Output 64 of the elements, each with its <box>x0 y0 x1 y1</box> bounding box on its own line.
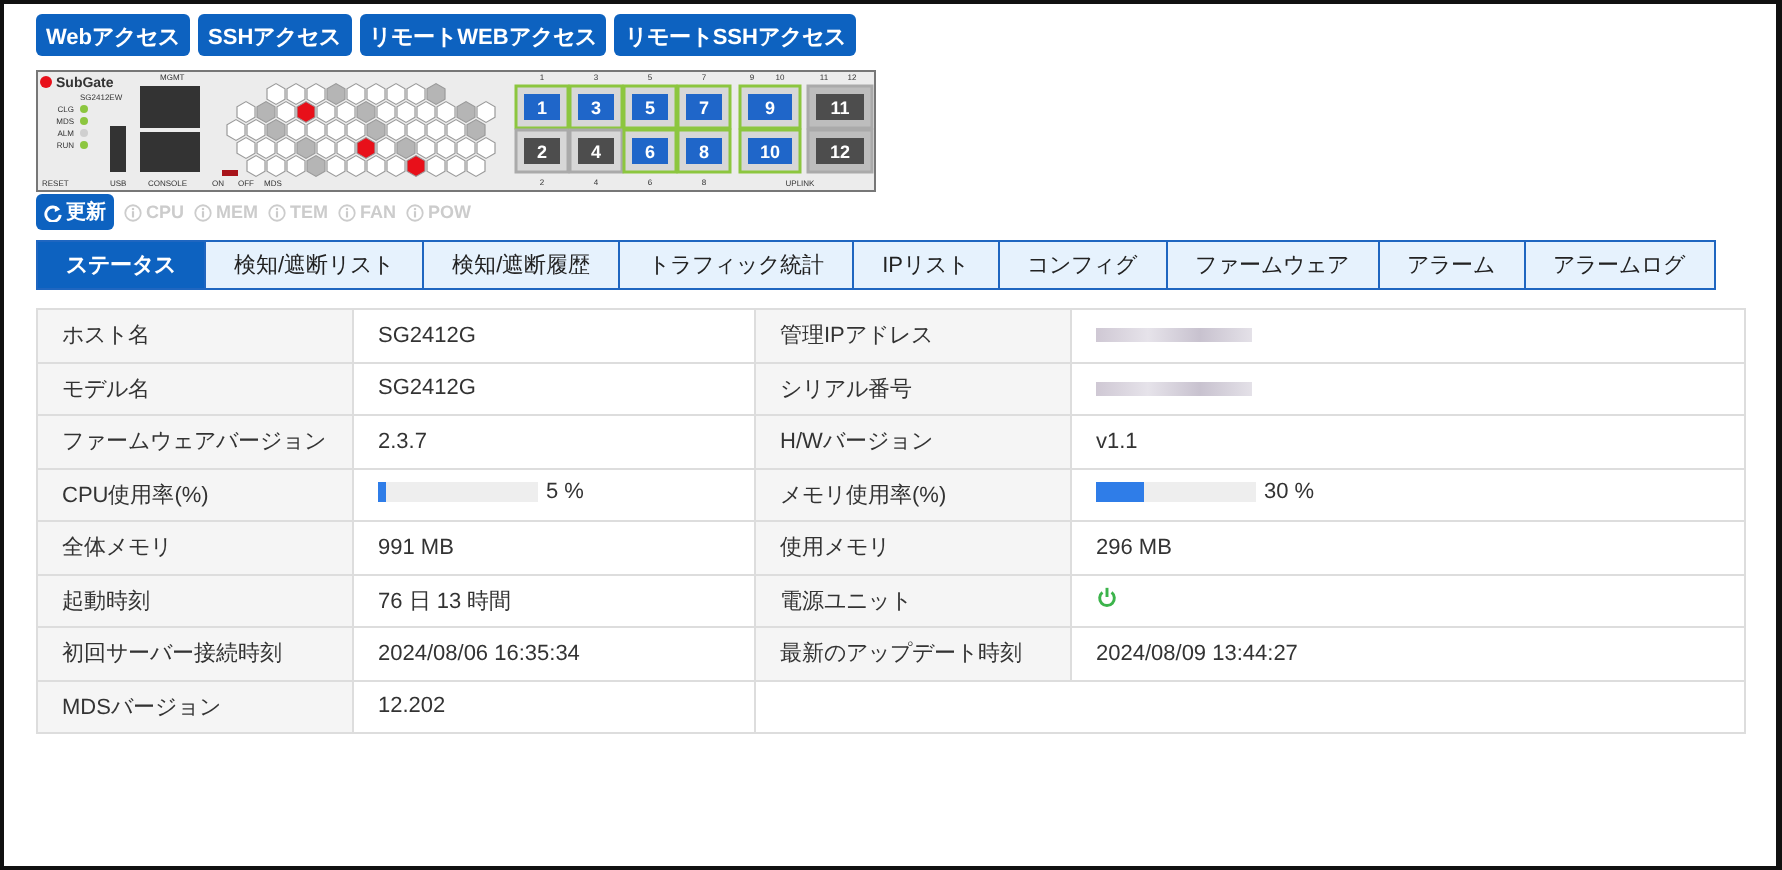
switch-icon <box>222 170 238 176</box>
usage-reading: 5 % <box>546 480 584 505</box>
tab[interactable]: トラフィック統計 <box>618 240 855 290</box>
field-label: 使用メモリ <box>755 521 1071 574</box>
sfp-port: 11 <box>806 84 874 130</box>
usage-reading: 30 % <box>1264 480 1315 505</box>
field-value: 296 MB <box>1096 535 1172 560</box>
info-icon <box>194 203 213 221</box>
field-label: H/Wバージョン <box>755 415 1071 468</box>
field-value: 12.202 <box>378 694 446 719</box>
field-label: 管理IPアドレス <box>755 309 1071 362</box>
field-label: メモリ使用率(%) <box>755 468 1071 521</box>
access-button[interactable]: Webアクセス <box>36 14 191 56</box>
field-label: 最新のアップデート時刻 <box>755 627 1071 680</box>
field-value: 76 日 13 時間 <box>378 589 512 614</box>
info-icon <box>124 203 142 221</box>
ethernet-port: 6 <box>622 128 678 174</box>
tab[interactable]: ファームウェア <box>1165 240 1380 290</box>
tab[interactable]: IPリスト <box>852 240 1000 290</box>
logo-icon <box>40 76 52 88</box>
tab[interactable]: コンフィグ <box>997 240 1168 290</box>
field-label: 電源ユニット <box>755 574 1071 627</box>
sfp-port: 12 <box>806 128 874 174</box>
tab[interactable]: 検知/遮断履歴 <box>422 240 621 290</box>
ethernet-port: 2 <box>514 128 570 174</box>
field-value: 991 MB <box>378 535 454 560</box>
tab[interactable]: アラーム <box>1377 240 1526 290</box>
field-label: ホスト名 <box>37 309 353 362</box>
ethernet-port: 8 <box>676 128 732 174</box>
tab[interactable]: 検知/遮断リスト <box>204 240 425 290</box>
field-label: 初回サーバー接続時刻 <box>37 627 353 680</box>
field-label: 起動時刻 <box>37 574 353 627</box>
access-button[interactable]: リモートSSHアクセス <box>614 14 856 56</box>
field-value: v1.1 <box>1096 429 1138 454</box>
console-port <box>140 132 200 172</box>
mgmt-port <box>140 86 200 128</box>
field-value: SG2412G <box>378 323 476 348</box>
tab[interactable]: アラームログ <box>1523 240 1716 290</box>
field-label: モデル名 <box>37 362 353 415</box>
ethernet-port: 3 <box>568 84 624 130</box>
field-value: 2.3.7 <box>378 429 427 454</box>
field-label: 全体メモリ <box>37 521 353 574</box>
info-icon <box>406 203 425 221</box>
info-icon <box>338 203 357 221</box>
field-value: SG2412G <box>378 376 476 401</box>
tab[interactable]: ステータス <box>36 240 206 290</box>
ethernet-port: 4 <box>568 128 624 174</box>
ethernet-port: 7 <box>676 84 732 130</box>
access-button[interactable]: リモートWEBアクセス <box>359 14 607 56</box>
ethernet-port: 1 <box>514 84 570 130</box>
refresh-button[interactable]: 更新 <box>36 194 114 230</box>
ethernet-port: 10 <box>738 128 802 174</box>
field-label: CPU使用率(%) <box>37 468 353 521</box>
field-label: MDSバージョン <box>37 680 353 733</box>
access-button[interactable]: SSHアクセス <box>198 14 352 56</box>
ethernet-port: 9 <box>738 84 802 130</box>
ethernet-port: 5 <box>622 84 678 130</box>
field-value: 2024/08/09 13:44:27 <box>1096 641 1298 666</box>
refresh-icon <box>44 203 62 221</box>
field-value: 2024/08/06 16:35:34 <box>378 641 580 666</box>
field-label: シリアル番号 <box>755 362 1071 415</box>
field-label: ファームウェアバージョン <box>37 415 353 468</box>
usb-port <box>110 126 126 172</box>
info-icon <box>268 203 287 221</box>
